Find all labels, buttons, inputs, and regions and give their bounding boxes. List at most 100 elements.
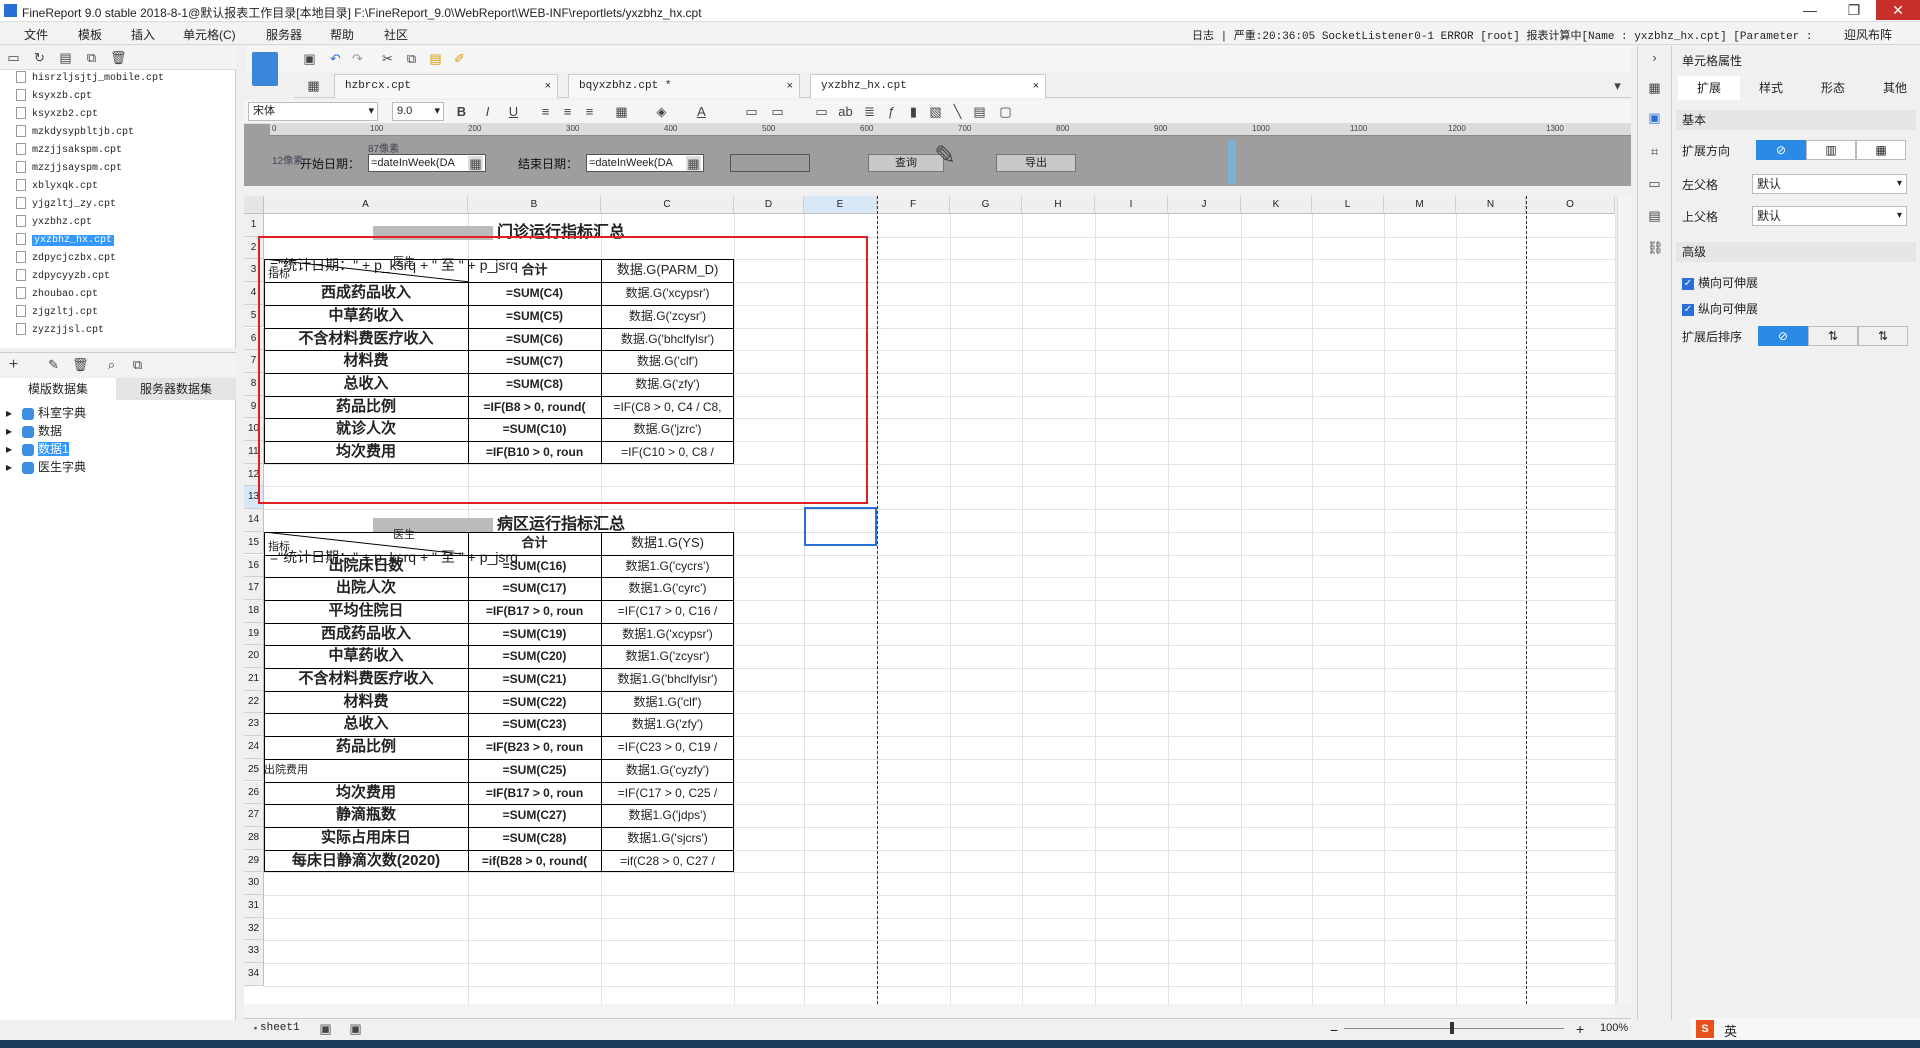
row-header[interactable]: 14 xyxy=(244,509,264,532)
tab-file[interactable]: bqyxzbhz.cpt * × xyxy=(568,74,800,98)
row-header[interactable]: 16 xyxy=(244,554,264,578)
element-icon[interactable]: ▣ xyxy=(1647,110,1662,125)
vertical-scrollbar[interactable] xyxy=(1617,196,1631,1004)
indicator-cell[interactable]: 出院费用 xyxy=(264,759,468,782)
row-header[interactable]: 18 xyxy=(244,599,264,623)
minimize-icon[interactable]: — xyxy=(1788,0,1832,20)
select-all-corner[interactable] xyxy=(244,196,264,214)
total-formula-cell[interactable]: =SUM(C22) xyxy=(468,691,601,714)
data-formula-cell[interactable]: 数据1.G('zcysr') xyxy=(601,645,734,668)
column-header[interactable]: G xyxy=(950,196,1022,214)
edit-dataset-icon[interactable]: ✎ xyxy=(46,357,61,372)
cell-attr-icon[interactable]: ▦ xyxy=(1647,80,1662,95)
total-formula-cell[interactable]: =IF(B17 > 0, roun xyxy=(468,782,601,805)
column-header[interactable]: A xyxy=(264,196,468,214)
slash-icon[interactable]: ╲ xyxy=(950,104,965,119)
file-item[interactable]: mzzjjsakspm.cpt xyxy=(16,142,122,159)
row-header[interactable]: 19 xyxy=(244,622,264,646)
row-header[interactable]: 22 xyxy=(244,690,264,714)
data-formula-cell[interactable]: 数据1.G('zfy') xyxy=(601,713,734,736)
data-formula-cell[interactable]: =if(C28 > 0, C27 / xyxy=(601,850,734,873)
menu-server[interactable]: 服务器 xyxy=(266,26,302,43)
row-header[interactable]: 21 xyxy=(244,668,264,691)
indicator-cell[interactable]: 静滴瓶数 xyxy=(264,804,468,827)
more-insert-icon[interactable]: ▢ xyxy=(998,104,1013,119)
indicator-cell[interactable]: 实际占用床日 xyxy=(264,827,468,850)
horizontal-scrollbar[interactable] xyxy=(244,1004,1615,1018)
tab-file[interactable]: hzbrcx.cpt × xyxy=(334,74,558,98)
file-item[interactable]: zjgzltj.cpt xyxy=(16,304,98,321)
indicator-cell[interactable]: 中草药收入 xyxy=(264,645,468,668)
merge-cells-icon[interactable]: ▭ xyxy=(744,104,759,119)
tab-style[interactable]: 样式 xyxy=(1740,76,1802,100)
align-right-icon[interactable]: ≡ xyxy=(582,104,597,119)
file-item[interactable]: zyzzjjsl.cpt xyxy=(16,322,104,339)
cell-element-icon[interactable]: ⌗ xyxy=(1647,144,1662,159)
indicator-cell[interactable]: 总收入 xyxy=(264,713,468,736)
data-formula-cell[interactable]: 数据1.G('sjcrs') xyxy=(601,827,734,850)
file-item-selected[interactable]: yxzbhz_hx.cpt xyxy=(16,232,115,249)
indicator-cell[interactable]: 平均住院日 xyxy=(264,600,468,623)
cut-icon[interactable]: ✂ xyxy=(380,51,395,66)
total-formula-cell[interactable]: =SUM(C21) xyxy=(468,668,601,691)
data-formula-cell[interactable]: 数据1.G('cycrs') xyxy=(601,555,734,578)
refresh-icon[interactable]: ↻ xyxy=(32,50,47,65)
section-advanced[interactable]: 高级 xyxy=(1676,242,1916,262)
column-header[interactable]: H xyxy=(1022,196,1095,214)
ime-mode[interactable]: 英 xyxy=(1724,1021,1737,1040)
top-parent-select[interactable]: 默认 ▾ xyxy=(1752,206,1907,226)
close-tab-icon[interactable]: × xyxy=(545,75,551,97)
tab-shape[interactable]: 形态 xyxy=(1802,76,1864,100)
data-formula-cell[interactable]: 数据1.G('xcypsr') xyxy=(601,623,734,646)
pane-resize-handle[interactable] xyxy=(1228,140,1236,184)
indicator-cell[interactable]: 不含材料费医疗收入 xyxy=(264,668,468,691)
file-item[interactable]: ksyxzb.cpt xyxy=(16,88,92,105)
row-header[interactable]: 17 xyxy=(244,577,264,600)
maximize-icon[interactable]: ❐ xyxy=(1832,0,1876,20)
total-formula-cell[interactable]: =IF(B23 > 0, roun xyxy=(468,736,601,759)
tab-server-dataset[interactable]: 服务器数据集 xyxy=(116,378,236,400)
row-header[interactable]: 33 xyxy=(244,940,264,964)
header-doctor-expand[interactable]: 数据1.G(YS) xyxy=(601,532,734,555)
row-header[interactable]: 20 xyxy=(244,645,264,668)
insert-formula-icon[interactable]: ▭ xyxy=(814,104,829,119)
sheet-tab[interactable]: sheet1 xyxy=(260,1022,300,1034)
column-header[interactable]: B xyxy=(468,196,601,214)
text-icon[interactable]: ab xyxy=(838,104,853,119)
row-header[interactable]: 32 xyxy=(244,917,264,941)
data-formula-cell[interactable]: 数据1.G('bhclfylsr') xyxy=(601,668,734,691)
total-formula-cell[interactable]: =IF(B17 > 0, roun xyxy=(468,600,601,623)
file-item[interactable]: mzkdysypbltjb.cpt xyxy=(16,124,134,141)
file-item[interactable]: ksyxzb2.cpt xyxy=(16,106,98,123)
tab-expand[interactable]: 扩展 xyxy=(1678,76,1740,100)
design-mode-icon[interactable] xyxy=(252,52,278,86)
font-color-icon[interactable]: A xyxy=(694,104,709,119)
file-item[interactable]: xblyxqk.cpt xyxy=(16,178,98,195)
widget-icon[interactable]: ▭ xyxy=(1647,176,1662,191)
welcome-label[interactable]: 迎风布阵 xyxy=(1844,26,1892,43)
row-header[interactable]: 29 xyxy=(244,849,264,873)
column-header[interactable]: O xyxy=(1526,196,1615,214)
zoom-slider-thumb[interactable] xyxy=(1450,1022,1454,1034)
file-item[interactable]: zdpycjczbx.cpt xyxy=(16,250,116,267)
total-formula-cell[interactable]: =SUM(C16) xyxy=(468,555,601,578)
align-center-icon[interactable]: ≡ xyxy=(560,104,575,119)
menu-file[interactable]: 文件 xyxy=(24,26,48,43)
unmerge-cells-icon[interactable]: ▭ xyxy=(770,104,785,119)
row-header[interactable]: 27 xyxy=(244,804,264,827)
preview-dataset-icon[interactable]: ⌕ xyxy=(104,357,119,372)
border-icon[interactable]: ▦ xyxy=(614,104,629,119)
bold-icon[interactable]: B xyxy=(454,104,469,119)
total-formula-cell[interactable]: =SUM(C28) xyxy=(468,827,601,850)
file-item[interactable]: zdpycyyzb.cpt xyxy=(16,268,110,285)
close-tab-icon[interactable]: × xyxy=(787,75,793,97)
row-header[interactable]: 1 xyxy=(244,214,264,237)
rich-text-icon[interactable]: ≣ xyxy=(862,104,877,119)
column-header[interactable]: D xyxy=(734,196,804,214)
menu-cell[interactable]: 单元格(C) xyxy=(183,26,236,43)
tab-file-active[interactable]: yxzbhz_hx.cpt × xyxy=(810,74,1046,98)
sub-report-icon[interactable]: ▤ xyxy=(972,104,987,119)
header-doctor[interactable]: 医生 xyxy=(354,527,454,543)
indicator-cell[interactable]: 均次费用 xyxy=(264,782,468,805)
formula-icon[interactable]: ƒ xyxy=(884,104,899,119)
